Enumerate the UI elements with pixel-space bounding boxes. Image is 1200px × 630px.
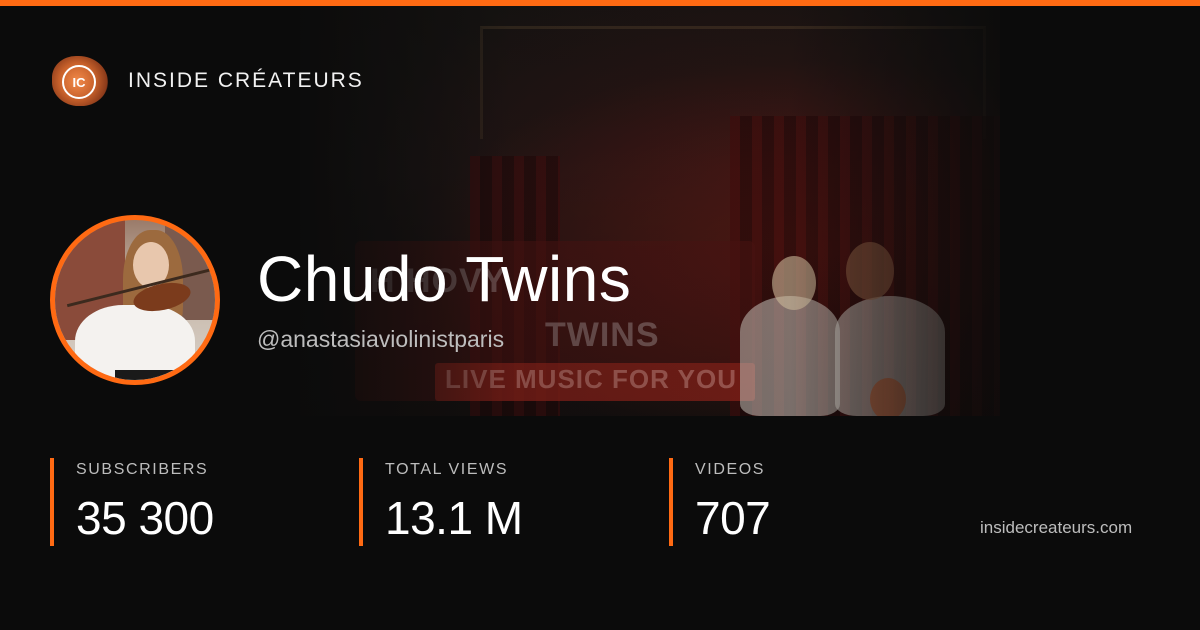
stat-videos-label: VIDEOS xyxy=(695,461,766,478)
stat-videos: VIDEOS 707 xyxy=(669,458,771,546)
stat-subscribers-label: SUBSCRIBERS xyxy=(76,461,209,478)
banner-sign-line2: TWINS xyxy=(545,316,660,354)
stat-subscribers-value: 35 300 xyxy=(76,492,214,544)
banner-performer-left-head xyxy=(772,256,816,310)
brand-name: INSIDE CRÉATEURS xyxy=(128,69,364,92)
banner-sign-strip xyxy=(435,363,755,401)
stat-total-views-value: 13.1 M xyxy=(385,492,523,544)
brand-logo: IC xyxy=(50,56,108,106)
channel-name[interactable]: Chudo Twins xyxy=(257,242,631,316)
channel-handle[interactable]: @anastasiaviolinistparis xyxy=(257,326,504,353)
brand[interactable]: IC INSIDE CRÉATEURS xyxy=(50,56,364,106)
avatar-skirt xyxy=(115,370,195,380)
site-url[interactable]: insidecreateurs.com xyxy=(980,518,1132,538)
banner-performer-left xyxy=(740,296,840,416)
banner-performer-right xyxy=(835,296,945,416)
banner-performer-right-head xyxy=(846,242,894,300)
stat-total-views-label: TOTAL VIEWS xyxy=(385,461,509,478)
stat-videos-value: 707 xyxy=(695,492,771,544)
brand-logo-mark: IC xyxy=(62,65,96,99)
banner-violin xyxy=(870,378,906,416)
stat-subscribers: SUBSCRIBERS 35 300 xyxy=(50,458,214,546)
banner-sign-line3: LIVE MUSIC FOR YOU xyxy=(445,364,737,394)
banner-proscenium xyxy=(480,26,986,139)
channel-banner-image: H HOVY TWINS LIVE MUSIC FOR YOU xyxy=(300,6,1000,416)
channel-avatar[interactable] xyxy=(50,215,220,385)
banner-curtain-right xyxy=(730,116,1000,416)
stat-total-views: TOTAL VIEWS 13.1 M xyxy=(359,458,523,546)
